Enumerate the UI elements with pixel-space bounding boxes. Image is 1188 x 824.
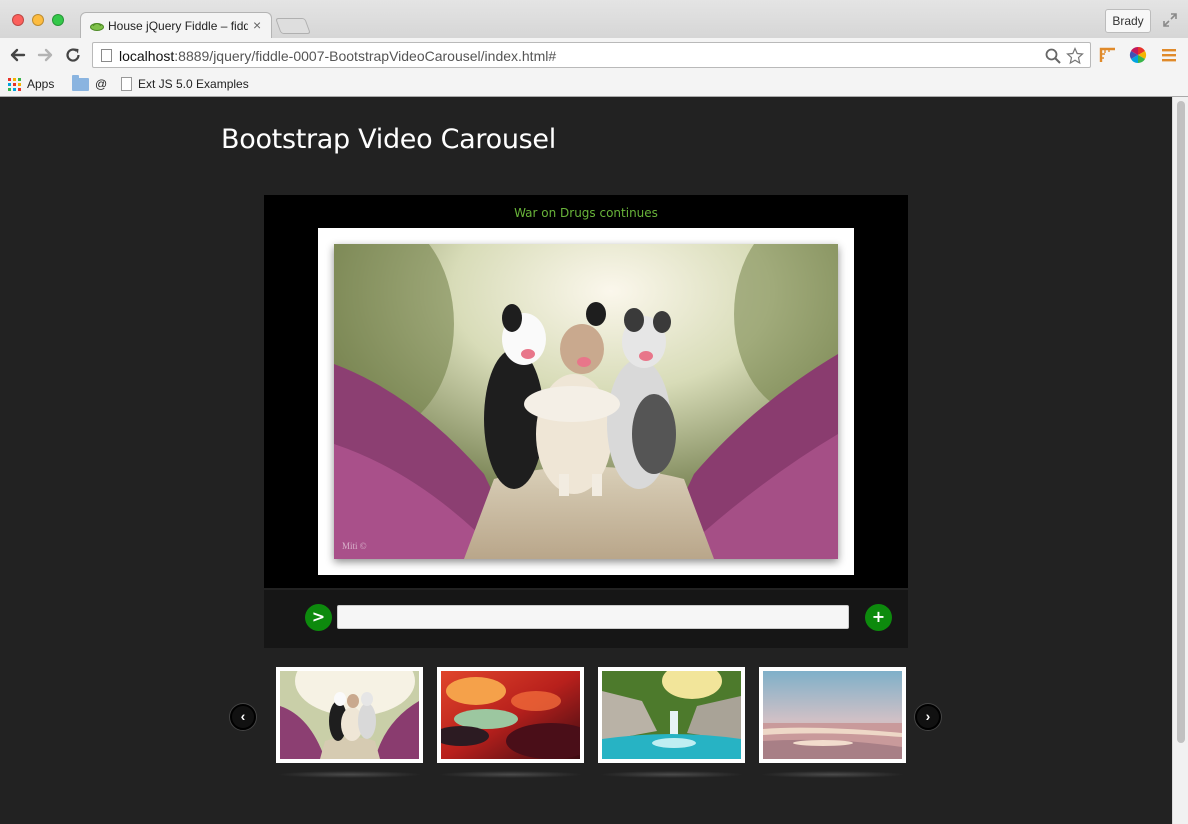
apps-grid-icon bbox=[8, 77, 21, 91]
page-title: Bootstrap Video Carousel bbox=[221, 124, 556, 155]
new-tab-button[interactable] bbox=[275, 18, 311, 34]
window-minimize-button[interactable] bbox=[32, 14, 44, 26]
page-icon bbox=[101, 49, 112, 62]
bookmark-extjs-examples[interactable]: Ext JS 5.0 Examples bbox=[121, 76, 249, 92]
color-wheel-icon[interactable] bbox=[1129, 46, 1147, 64]
window-close-button[interactable] bbox=[12, 14, 24, 26]
tab-strip: House jQuery Fiddle – fiddl × Brady bbox=[0, 0, 1188, 39]
slide-caption: War on Drugs continues bbox=[514, 206, 658, 220]
window-zoom-button[interactable] bbox=[52, 14, 64, 26]
bookmark-star-icon[interactable] bbox=[1066, 47, 1084, 65]
thumbnail-reflection bbox=[599, 771, 744, 778]
tab-title: House jQuery Fiddle – fiddl bbox=[108, 19, 248, 33]
browser-tab[interactable]: House jQuery Fiddle – fiddl × bbox=[80, 12, 272, 39]
thumbnail-reflection bbox=[277, 771, 422, 778]
video-controls: > + bbox=[264, 590, 908, 648]
thumbnail-reflection bbox=[760, 771, 905, 778]
profile-button[interactable]: Brady bbox=[1105, 9, 1151, 33]
dogs-photo bbox=[334, 244, 838, 559]
thumbnail-image bbox=[441, 671, 580, 759]
extension-ruler-icon[interactable] bbox=[1099, 46, 1117, 64]
browser-chrome: House jQuery Fiddle – fiddl × Brady loca… bbox=[0, 0, 1188, 97]
carousel-next-button[interactable]: › bbox=[915, 704, 941, 730]
play-button[interactable]: > bbox=[305, 604, 332, 631]
thumbnail-image bbox=[280, 671, 419, 759]
thumbnail-image bbox=[763, 671, 902, 759]
fullscreen-icon[interactable] bbox=[1162, 12, 1178, 28]
photo-credit: Miti © bbox=[342, 541, 367, 551]
bookmark-label: @ bbox=[95, 77, 108, 91]
thumbnail-carousel: ‹ › bbox=[226, 667, 946, 782]
bookmark-apps[interactable]: Apps bbox=[8, 76, 54, 92]
bookmarks-bar: Apps @ Ext JS 5.0 Examples bbox=[0, 72, 1188, 96]
forward-arrow-icon[interactable] bbox=[35, 45, 55, 65]
tab-close-icon[interactable]: × bbox=[253, 17, 261, 33]
thumbnail-image bbox=[602, 671, 741, 759]
url-text: localhost:8889/jquery/fiddle-0007-Bootst… bbox=[119, 48, 557, 64]
thumbnail-waterfall[interactable] bbox=[598, 667, 745, 763]
main-slide-image[interactable]: Miti © bbox=[334, 244, 838, 559]
address-bar[interactable]: localhost:8889/jquery/fiddle-0007-Bootst… bbox=[92, 42, 1091, 68]
fiddle-favicon-icon bbox=[90, 23, 104, 31]
navigation-toolbar: localhost:8889/jquery/fiddle-0007-Bootst… bbox=[0, 38, 1188, 72]
search-icon[interactable] bbox=[1044, 47, 1062, 65]
thumbnail-red-sky[interactable] bbox=[437, 667, 584, 763]
thumbnail-dogs[interactable] bbox=[276, 667, 423, 763]
page-icon bbox=[121, 77, 132, 91]
folder-icon bbox=[72, 74, 89, 91]
thumbnail-reflection bbox=[438, 771, 583, 778]
menu-hamburger-icon[interactable] bbox=[1160, 46, 1178, 64]
video-url-input[interactable] bbox=[337, 605, 849, 629]
thumbnail-beach[interactable] bbox=[759, 667, 906, 763]
reload-icon[interactable] bbox=[63, 45, 83, 65]
bookmark-label: Ext JS 5.0 Examples bbox=[138, 77, 249, 91]
main-slide-frame: Miti © bbox=[318, 228, 854, 575]
bookmark-label: Apps bbox=[27, 77, 55, 91]
back-arrow-icon[interactable] bbox=[8, 45, 28, 65]
bookmark-at-folder[interactable]: @ bbox=[72, 74, 108, 92]
scrollbar-thumb[interactable] bbox=[1177, 101, 1185, 743]
video-stage: War on Drugs continues Miti © bbox=[264, 195, 908, 588]
vertical-scrollbar[interactable] bbox=[1172, 97, 1188, 824]
carousel-prev-button[interactable]: ‹ bbox=[230, 704, 256, 730]
add-video-button[interactable]: + bbox=[865, 604, 892, 631]
page-viewport: Bootstrap Video Carousel War on Drugs co… bbox=[0, 97, 1172, 824]
